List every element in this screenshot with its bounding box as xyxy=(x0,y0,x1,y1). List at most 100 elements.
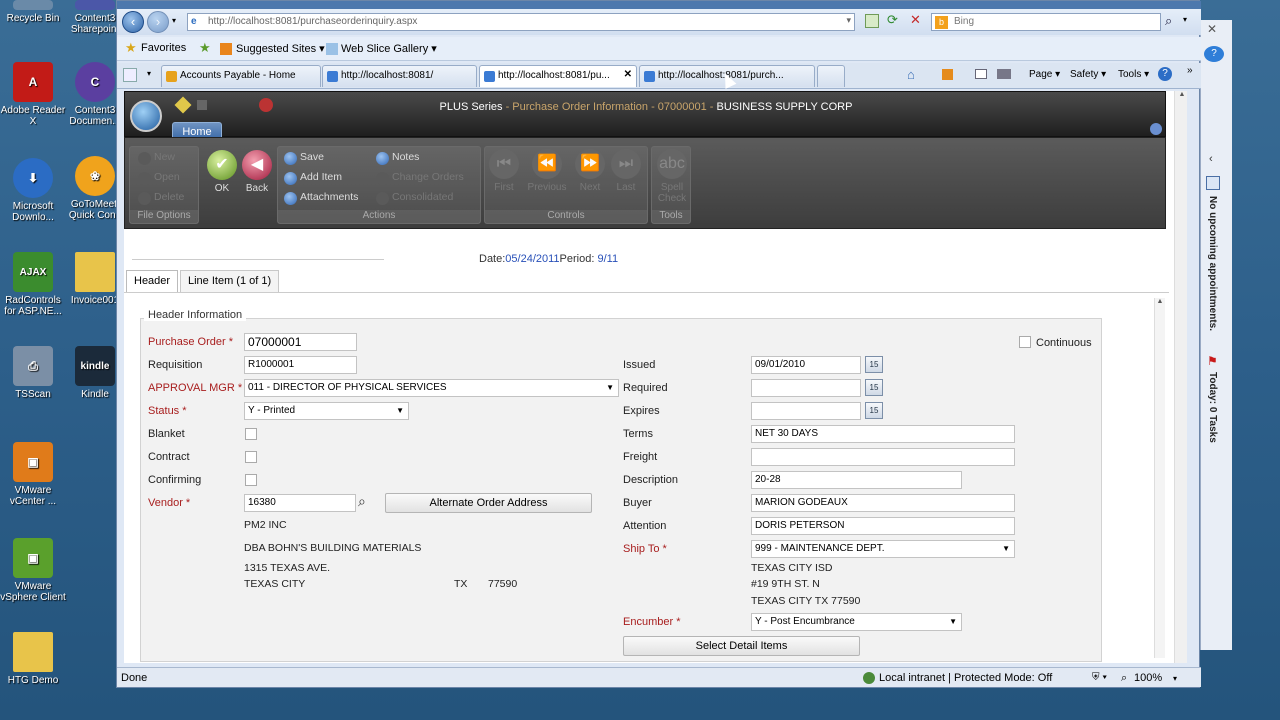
security-zone[interactable]: Local intranet | Protected Mode: Off xyxy=(879,672,1052,684)
desktop-icon-microsoft-download[interactable]: ⬇ Microsoft Downlo... xyxy=(0,158,66,223)
approval-mgr-select[interactable]: 011 - DIRECTOR OF PHYSICAL SERVICES ▼ xyxy=(244,379,619,397)
back-button[interactable]: ◀ Back xyxy=(240,150,274,194)
calendar-icon[interactable]: 15 xyxy=(865,379,883,396)
encumber-select[interactable]: Y - Post Encumbrance ▼ xyxy=(751,613,962,631)
expand-ribbon-icon[interactable] xyxy=(1150,123,1162,135)
tab-header[interactable]: Header xyxy=(126,270,179,292)
feeds-icon[interactable] xyxy=(942,69,953,80)
search-dropdown-icon[interactable]: ▾ xyxy=(1183,15,1187,24)
close-icon[interactable]: ✕ xyxy=(1207,22,1217,36)
back-arrow-icon[interactable]: ‹ xyxy=(122,11,144,33)
attention-input[interactable]: DORIS PETERSON xyxy=(751,517,1015,535)
zoom-level[interactable]: 100% xyxy=(1134,672,1162,684)
select-detail-items-button[interactable]: Select Detail Items xyxy=(623,636,860,656)
desktop-icon-recycle-bin[interactable]: Recycle Bin xyxy=(0,0,66,24)
freight-input[interactable] xyxy=(751,448,1015,466)
favorites-star-icon: ★ xyxy=(125,40,137,55)
quick-tabs-icon[interactable] xyxy=(123,68,137,82)
tools-menu[interactable]: Tools ▾ xyxy=(1118,69,1149,80)
home-icon[interactable]: ⌂ xyxy=(907,67,921,82)
alternate-order-address-button[interactable]: Alternate Order Address xyxy=(385,493,592,513)
protected-mode-icon[interactable]: ⛨ ▾ xyxy=(1092,672,1107,683)
search-icon[interactable]: ⌕ xyxy=(1165,13,1172,29)
stop-icon[interactable]: ✕ xyxy=(910,12,921,28)
desktop-icon-tsscan[interactable]: ⎙ TSScan xyxy=(0,346,66,400)
approval-mgr-label: APPROVAL MGR * xyxy=(148,382,243,394)
consolidated-button[interactable]: Consolidated xyxy=(376,191,453,205)
zoom-dropdown-icon[interactable]: ▾ xyxy=(1173,674,1177,683)
change-orders-button[interactable]: Change Orders xyxy=(376,171,464,185)
read-mail-icon[interactable] xyxy=(975,69,987,79)
scroll-up-icon[interactable]: ▲ xyxy=(1175,91,1187,98)
page-content: PLUS Series - Purchase Order Information… xyxy=(124,91,1187,663)
search-icon[interactable]: ⌕ xyxy=(358,493,366,510)
page-scrollbar[interactable]: ▲ xyxy=(1174,91,1187,663)
desktop-icon-vmware-vcenter[interactable]: ▣ VMware vCenter ... xyxy=(0,442,66,507)
calendar-icon[interactable]: 15 xyxy=(865,402,883,419)
delete-button[interactable]: Delete xyxy=(138,191,184,205)
panel-scrollbar[interactable]: ▲ xyxy=(1154,298,1165,658)
desktop-icon-radcontrols[interactable]: AJAX RadControls for ASP.NE... xyxy=(0,252,66,317)
ok-button[interactable]: ✔ OK xyxy=(205,150,239,194)
search-input[interactable]: b Bing xyxy=(931,13,1161,31)
url-dropdown-icon[interactable]: ▾ xyxy=(846,15,851,26)
safety-menu[interactable]: Safety ▾ xyxy=(1070,69,1106,80)
desktop-icon-htg-demo[interactable]: HTG Demo xyxy=(0,632,66,686)
tab-accounts-payable[interactable]: Accounts Payable - Home xyxy=(161,65,321,87)
chevron-left-icon[interactable]: ‹ xyxy=(1209,153,1213,165)
help-icon[interactable]: ? xyxy=(1158,67,1172,81)
first-button[interactable]: ⏮ First xyxy=(487,149,521,193)
forward-arrow-icon[interactable]: › xyxy=(147,11,169,33)
requisition-input[interactable]: R1000001 xyxy=(244,356,357,374)
expires-input[interactable] xyxy=(751,402,861,420)
print-icon[interactable] xyxy=(997,69,1011,79)
desktop-icon-vmware-vsphere[interactable]: ▣ VMware vSphere Client xyxy=(0,538,66,603)
refresh-icon[interactable]: ⟳ xyxy=(887,12,898,28)
close-tab-icon[interactable]: ✕ xyxy=(624,69,632,80)
save-button[interactable]: Save xyxy=(284,151,324,165)
zoom-icon: ⌕ xyxy=(1121,672,1128,684)
purchase-order-input[interactable]: 07000001 xyxy=(244,333,357,351)
period-value: 9/11 xyxy=(597,253,619,265)
calendar-icon[interactable]: 15 xyxy=(865,356,883,373)
terms-input[interactable]: NET 30 DAYS xyxy=(751,425,1015,443)
blanket-checkbox[interactable] xyxy=(245,428,257,440)
scroll-up-icon[interactable]: ▲ xyxy=(1155,298,1165,305)
compatibility-view-icon[interactable] xyxy=(865,14,879,28)
ship-to-select[interactable]: 999 - MAINTENANCE DEPT. ▼ xyxy=(751,540,1015,558)
add-favorite-icon[interactable]: ★ xyxy=(199,40,211,56)
continuous-checkbox[interactable] xyxy=(1019,336,1031,348)
web-slice-gallery-link[interactable]: Web Slice Gallery ▾ xyxy=(341,42,437,55)
help-icon[interactable]: ? xyxy=(1204,46,1224,62)
chevron-right-icon[interactable]: » xyxy=(1187,65,1193,76)
favorites-button[interactable]: Favorites xyxy=(141,42,186,54)
previous-button[interactable]: ⏪ Previous xyxy=(525,149,569,193)
contract-checkbox[interactable] xyxy=(245,451,257,463)
page-menu[interactable]: Page ▾ xyxy=(1029,69,1060,80)
suggested-sites-link[interactable]: Suggested Sites ▾ xyxy=(236,42,325,55)
tab-list-dropdown-icon[interactable]: ▾ xyxy=(147,69,151,78)
tab-line-item[interactable]: Line Item (1 of 1) xyxy=(180,270,280,292)
desktop-icon-adobe-reader[interactable]: A Adobe Reader X xyxy=(0,62,66,127)
adobe-reader-icon: A xyxy=(13,62,53,102)
open-button[interactable]: Open xyxy=(138,171,180,185)
buyer-input[interactable]: MARION GODEAUX xyxy=(751,494,1015,512)
confirming-checkbox[interactable] xyxy=(245,474,257,486)
status-select[interactable]: Y - Printed ▼ xyxy=(244,402,409,420)
vendor-input[interactable]: 16380 xyxy=(244,494,356,512)
url-input[interactable]: e http://localhost:8081/purchaseorderinqu… xyxy=(187,13,855,31)
tab-localhost-pu[interactable]: http://localhost:8081/pu... ✕ xyxy=(479,65,637,87)
add-item-button[interactable]: Add Item xyxy=(284,171,342,185)
recent-pages-dropdown-icon[interactable]: ▾ xyxy=(172,16,176,25)
last-button[interactable]: ⏭ Last xyxy=(609,149,643,193)
notes-button[interactable]: Notes xyxy=(376,151,419,165)
tab-localhost[interactable]: http://localhost:8081/ xyxy=(322,65,477,87)
issued-input[interactable]: 09/01/2010 xyxy=(751,356,861,374)
required-input[interactable] xyxy=(751,379,861,397)
new-button[interactable]: New xyxy=(138,151,175,165)
attachments-button[interactable]: Attachments xyxy=(284,191,358,205)
new-tab-button[interactable] xyxy=(817,65,845,87)
next-button[interactable]: ⏩ Next xyxy=(573,149,607,193)
spell-check-button[interactable]: abc Spell Check xyxy=(655,149,689,204)
description-input[interactable]: 20-28 xyxy=(751,471,962,489)
